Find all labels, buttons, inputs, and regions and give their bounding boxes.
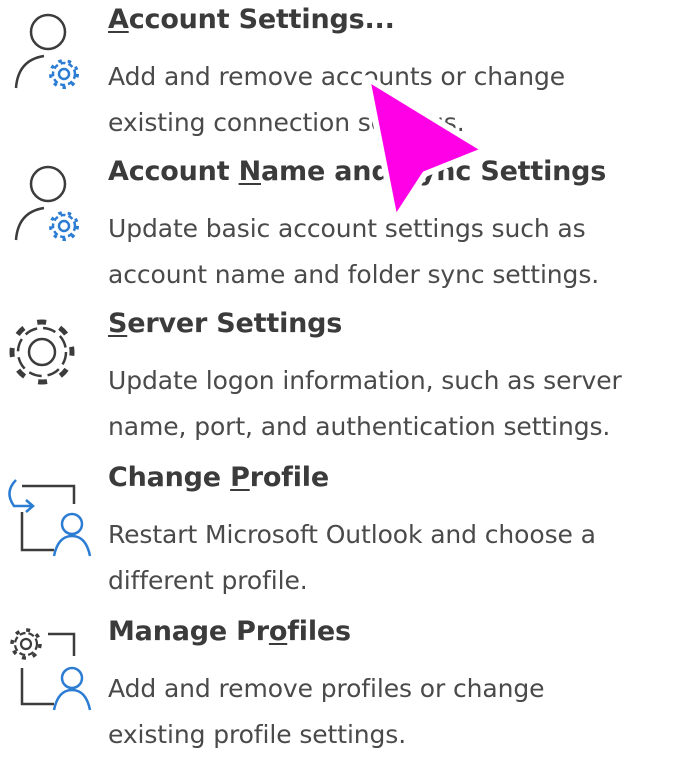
menu-item-title: Account Settings...	[108, 4, 395, 35]
menu-item-description: Add and remove accounts or change existi…	[108, 62, 566, 137]
menu-item-server-settings[interactable]: Server Settings Update logon information…	[0, 308, 689, 460]
account-gear-icon	[2, 8, 92, 108]
menu-item-description: Update basic account settings such as ac…	[108, 214, 600, 289]
menu-item-title: Change Profile	[108, 462, 329, 493]
change-profile-icon	[2, 466, 92, 566]
menu-item-description: Add and remove profiles or change existi…	[108, 674, 545, 749]
menu-item-manage-profiles[interactable]: Manage Profiles Add and remove profiles …	[0, 616, 689, 768]
manage-profiles-icon	[2, 620, 92, 720]
menu-item-description: Restart Microsoft Outlook and choose a d…	[108, 520, 596, 595]
account-gear-icon	[2, 160, 92, 260]
menu-item-title: Manage Profiles	[108, 616, 351, 647]
menu-item-account-settings[interactable]: Account Settings... Add and remove accou…	[0, 4, 689, 156]
menu-item-title: Server Settings	[108, 308, 343, 339]
menu-item-description: Update logon information, such as server…	[108, 366, 622, 441]
menu-item-title: Account Name and Sync Settings	[108, 156, 607, 187]
menu-item-account-name-sync-settings[interactable]: Account Name and Sync Settings Update ba…	[0, 156, 689, 308]
gear-icon	[2, 312, 92, 412]
menu-item-change-profile[interactable]: Change Profile Restart Microsoft Outlook…	[0, 462, 689, 614]
